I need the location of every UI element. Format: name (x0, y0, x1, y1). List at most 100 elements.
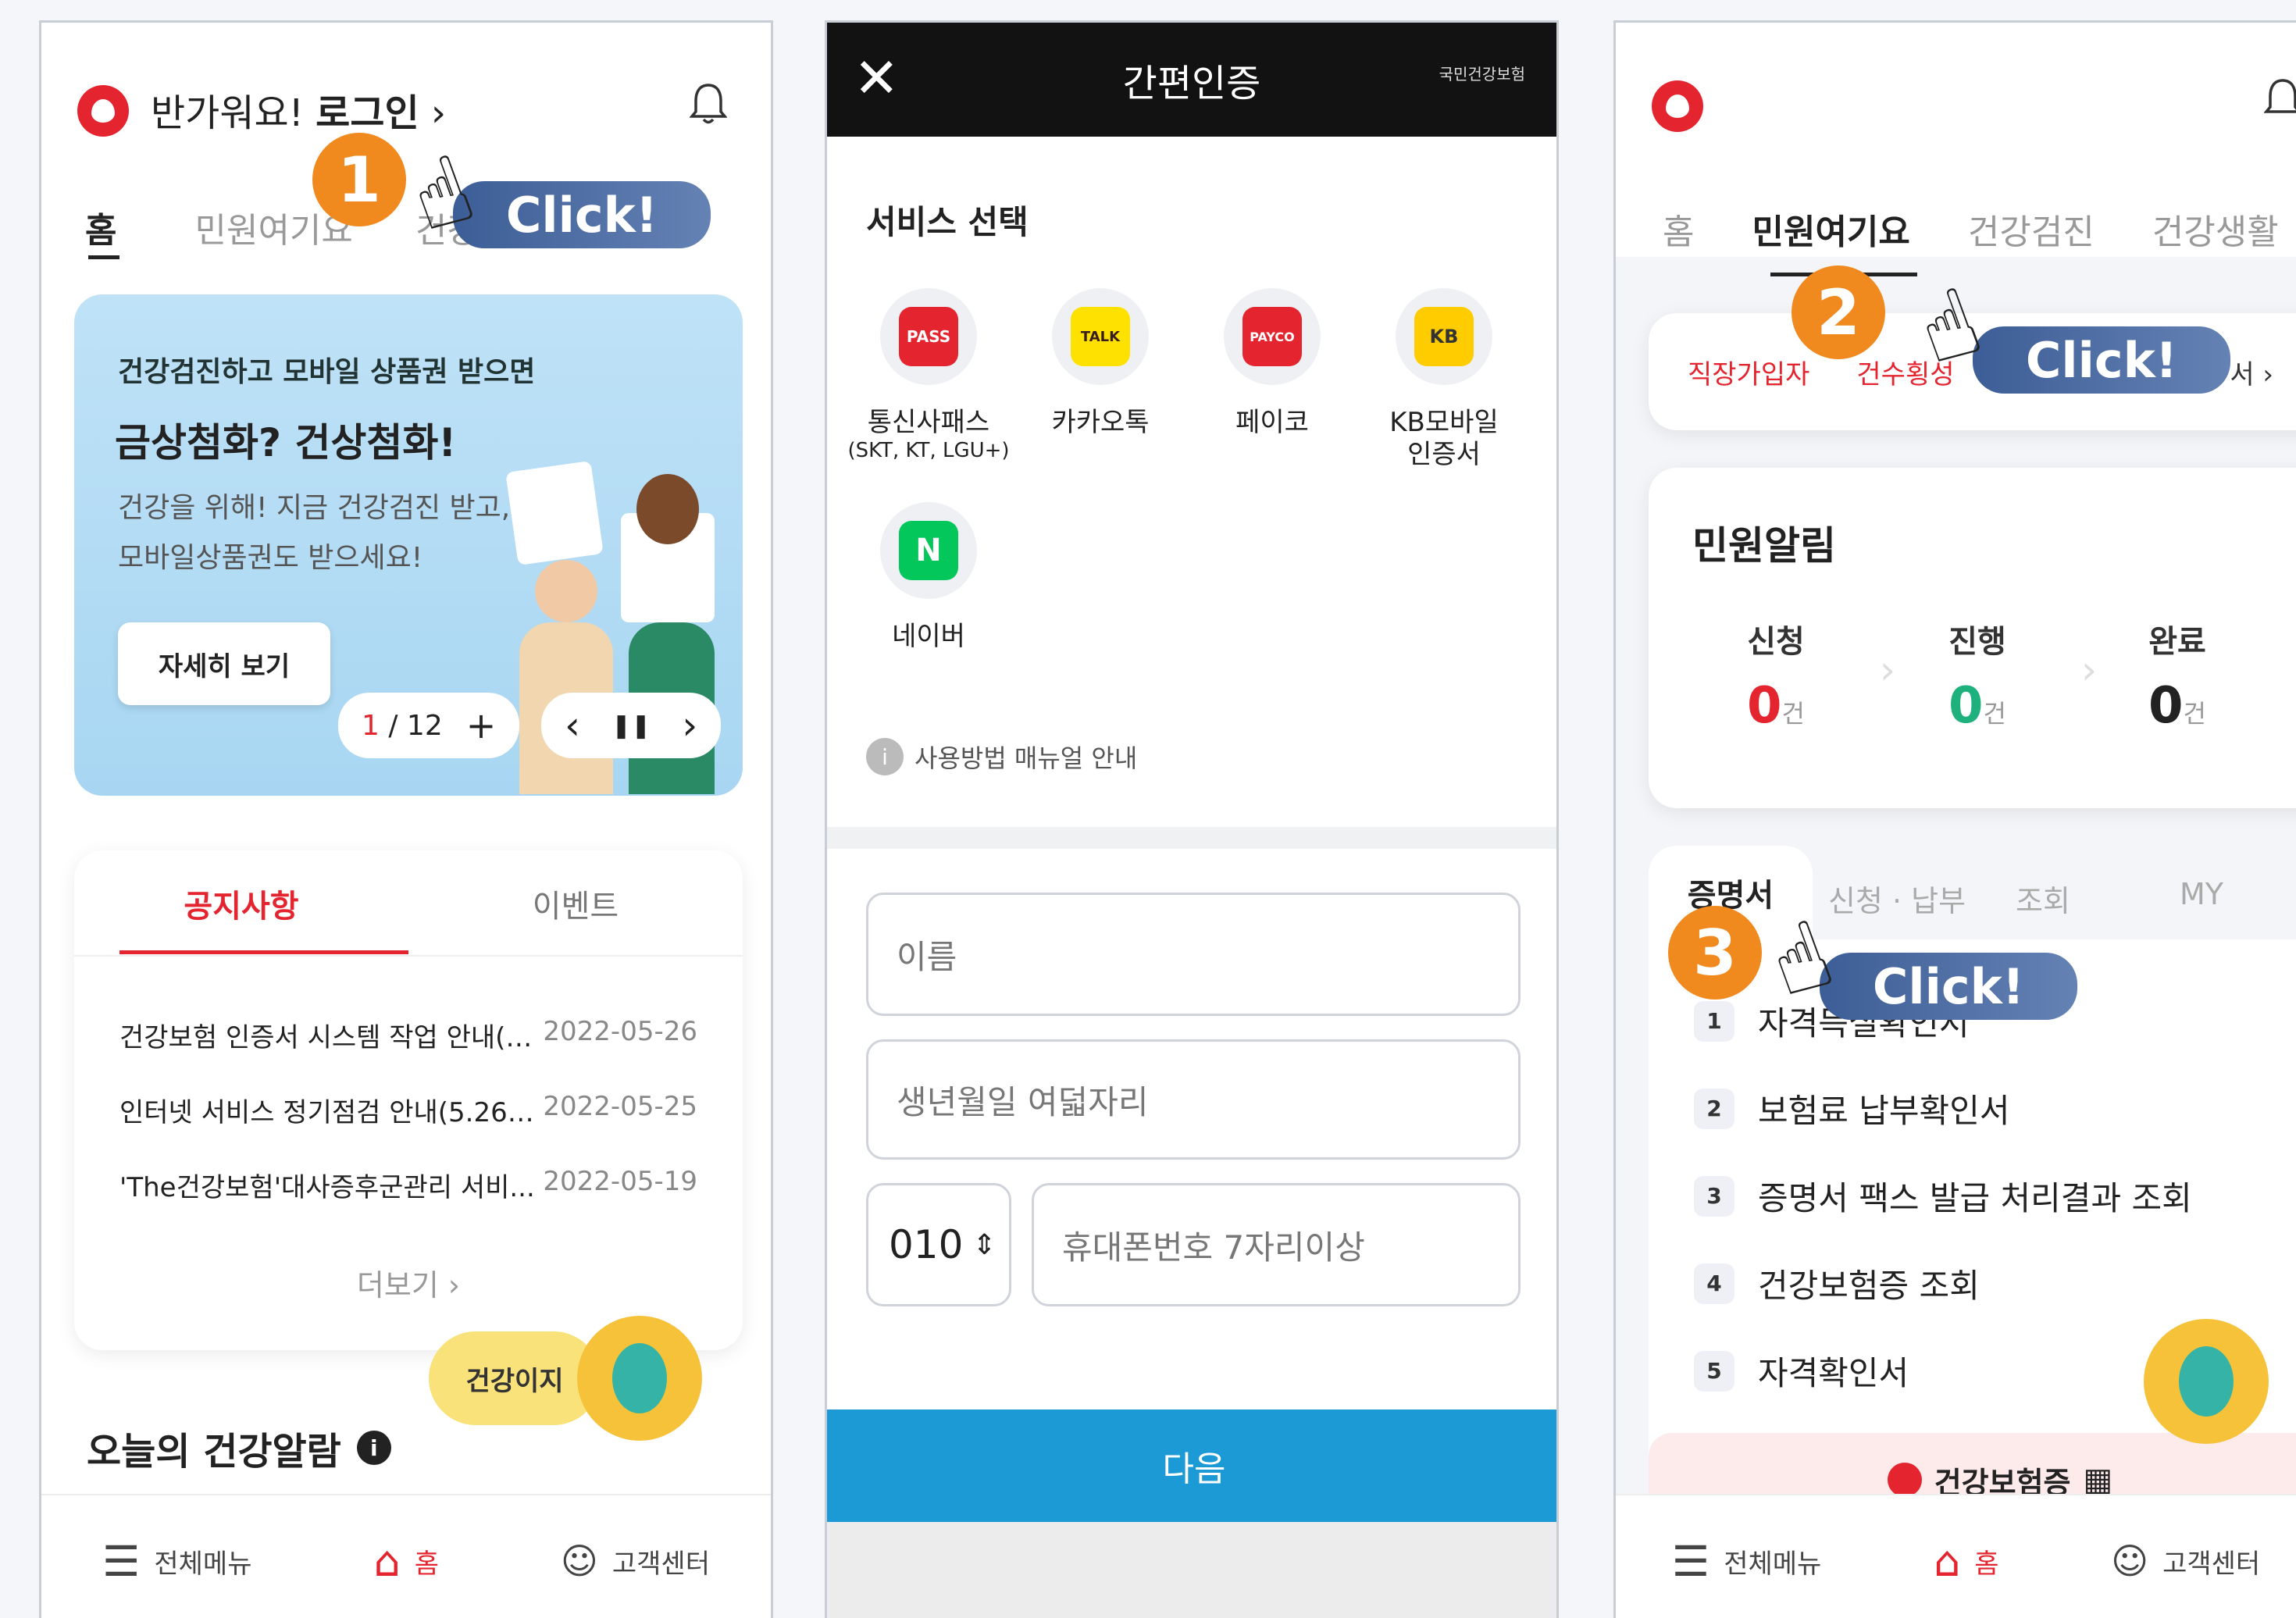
notice-title: 인터넷 서비스 정기점검 안내(5.26. ... (119, 1097, 541, 1128)
cert-item[interactable]: 2 보험료 납부확인서 (1694, 1085, 2009, 1132)
birthdate-field[interactable]: 생년월일 여덟자리 (866, 1039, 1521, 1160)
updown-chevron-icon: ⇕ (972, 1228, 996, 1261)
naver-icon: N (880, 501, 977, 599)
next-button[interactable]: 다음 (827, 1410, 1556, 1522)
notice-item[interactable]: 'The건강보험'대사증후군관리 서비... 2022-05-19 (119, 1166, 697, 1204)
nav-home[interactable]: ⌂ 홈 (1934, 1537, 1999, 1586)
tab-home[interactable]: 홈 (85, 202, 116, 252)
name-placeholder: 이름 (897, 937, 957, 976)
status-count: 0 (1948, 677, 1984, 735)
service-kb[interactable]: KB KB모바일 인증서 (1358, 288, 1530, 502)
nav-customer-center[interactable]: ☺ 고객센터 (561, 1540, 710, 1582)
nav-home[interactable]: ⌂ 홈 (373, 1537, 439, 1586)
login-link[interactable]: 반가워요! 로그인 › (151, 82, 446, 137)
status-count: 0 (2148, 677, 2184, 735)
screen-home: 반가워요! 로그인 › 홈 민원여기요 건강검진 건강검진하고 모바일 상품권 … (39, 20, 773, 1618)
tab-civil[interactable]: 민원여기요 (1752, 204, 1909, 254)
status-applied[interactable]: 신청 0건 (1747, 616, 1805, 735)
notice-item[interactable]: 건강보험 인증서 시스템 작업 안내(5.... 2022-05-26 (119, 1016, 697, 1054)
service-label: 네이버 (892, 620, 965, 652)
service-payco[interactable]: PAYCO 페이코 (1186, 288, 1358, 502)
banner-desc-line1: 건강을 위해! 지금 건강검진 받고, (118, 492, 511, 524)
bottom-nav: ☰ 전체메뉴 ⌂ 홈 ☺ 고객센터 (41, 1494, 771, 1618)
tab-event[interactable]: 이벤트 (408, 850, 743, 957)
chatbot-widget[interactable] (2144, 1319, 2269, 1444)
kakaotalk-icon: TALK (1052, 288, 1149, 385)
health-alarm-heading: 오늘의 건강알람 i (87, 1420, 391, 1475)
nav-all-menu[interactable]: ☰ 전체메뉴 (102, 1537, 252, 1586)
nhis-logo (77, 85, 129, 137)
cert-item[interactable]: 3 증명서 팩스 발급 처리결과 조회 (1694, 1172, 2192, 1220)
detail-button[interactable]: 자세히 보기 (118, 622, 330, 705)
sub-tab-apply-pay[interactable]: 신청 · 납부 (1828, 877, 1966, 920)
service-sublabel: 인증서 (1407, 438, 1481, 470)
cert-label: 증명서 팩스 발급 처리결과 조회 (1758, 1179, 2192, 1217)
greeting-text: 반가워요! (151, 91, 304, 135)
manual-guide[interactable]: i 사용방법 매뉴얼 안내 (866, 738, 1137, 775)
status-in-progress[interactable]: 진행 0건 (1948, 616, 2006, 735)
service-naver[interactable]: N 네이버 (843, 501, 1014, 653)
login-text: 로그인 (316, 91, 419, 135)
service-grid: PASS 통신사패스 (SKT, KT, LGU+) TALK 카카오톡 PAYC… (843, 288, 1546, 653)
cert-item[interactable]: 5 자격확인서 (1694, 1347, 1909, 1395)
banner-subtitle: 건강검진하고 모바일 상품권 받으면 (118, 356, 536, 388)
civil-alert-card: 민원알림 신청 0건 › 진행 0건 › 완료 0건 (1649, 468, 2296, 808)
notice-item[interactable]: 인터넷 서비스 정기점검 안내(5.26. ... 2022-05-25 (119, 1091, 697, 1129)
pager-total: / 12 (388, 709, 443, 742)
pass-icon: PASS (880, 288, 977, 385)
nav-customer-center[interactable]: ☺ 고객센터 (2111, 1540, 2260, 1582)
nav-label: 전체메뉴 (1724, 1548, 1822, 1580)
pager-current: 1 (362, 709, 380, 742)
info-icon[interactable]: i (356, 1431, 391, 1465)
plus-icon[interactable]: + (466, 704, 497, 747)
promo-banner[interactable]: 건강검진하고 모바일 상품권 받으면 금상첨화? 건상첨화! 건강을 위해! 지… (74, 294, 743, 796)
tab-health-life[interactable]: 건강생활 (2152, 204, 2279, 254)
cert-item[interactable]: 4 건강보험증 조회 (1694, 1260, 1980, 1307)
home-icon: ⌂ (1933, 1536, 1961, 1586)
sub-tab-lookup[interactable]: 조회 (2016, 877, 2070, 920)
cert-label: 자격확인서 (1758, 1354, 1909, 1392)
sub-tab-my[interactable]: MY (2180, 877, 2223, 911)
banner-desc-line2: 모바일상품권도 받으세요! (118, 542, 423, 574)
quick-link-more[interactable]: 서 › (2230, 353, 2273, 391)
service-kakao[interactable]: TALK 카카오톡 (1014, 288, 1186, 502)
service-label: KB모바일 (1389, 407, 1499, 438)
nav-label: 고객센터 (2162, 1548, 2261, 1580)
quick-link-employee[interactable]: 직장가입자 (1688, 353, 1809, 391)
status-label: 신청 (1747, 624, 1805, 660)
chevron-right-icon: › (430, 91, 447, 135)
bell-icon[interactable] (690, 82, 727, 126)
status-unit: 건 (2183, 699, 2206, 729)
phone-placeholder: 휴대폰번호 7자리이상 (1062, 1228, 1365, 1267)
service-label: 카카오톡 (1051, 407, 1150, 438)
pause-icon[interactable]: ❚❚ (611, 712, 651, 740)
notice-date: 2022-05-26 (543, 1016, 697, 1047)
chatbot-widget[interactable]: 건강이지 (429, 1316, 702, 1441)
service-section-title: 서비스 선택 (866, 203, 1029, 241)
name-field[interactable]: 이름 (866, 893, 1521, 1016)
prev-icon[interactable]: ‹ (565, 703, 580, 748)
notice-title: 건강보험 인증서 시스템 작업 안내(5.... (119, 1022, 541, 1053)
cert-number: 4 (1694, 1263, 1734, 1304)
status-unit: 건 (1781, 699, 1805, 729)
close-icon[interactable]: ✕ (854, 46, 900, 110)
banner-controls: ‹ ❚❚ › (541, 693, 722, 758)
tab-notice[interactable]: 공지사항 (74, 850, 408, 957)
chevron-right-icon: › (2081, 647, 2097, 693)
tab-home[interactable]: 홈 (1663, 204, 1694, 254)
phone-number-field[interactable]: 휴대폰번호 7자리이상 (1032, 1183, 1521, 1306)
nav-all-menu[interactable]: ☰ 전체메뉴 (1672, 1537, 1822, 1586)
tab-checkup[interactable]: 건강검진 (1968, 204, 2095, 254)
status-count: 0 (1747, 677, 1782, 735)
nhis-brand-logo: 국민건강보험 (1439, 65, 1525, 84)
status-complete[interactable]: 완료 0건 (2148, 616, 2206, 735)
more-link[interactable]: 더보기 › (74, 1261, 743, 1304)
status-label: 진행 (1948, 624, 2006, 660)
phone-prefix-select[interactable]: 010 ⇕ (866, 1183, 1011, 1306)
next-icon[interactable]: › (682, 703, 697, 748)
service-pass[interactable]: PASS 통신사패스 (SKT, KT, LGU+) (843, 288, 1014, 463)
info-icon: i (866, 738, 904, 775)
qr-code-icon: ▦ (2083, 1462, 2113, 1498)
bell-icon[interactable] (2264, 77, 2296, 121)
nhis-logo (1652, 80, 1703, 132)
